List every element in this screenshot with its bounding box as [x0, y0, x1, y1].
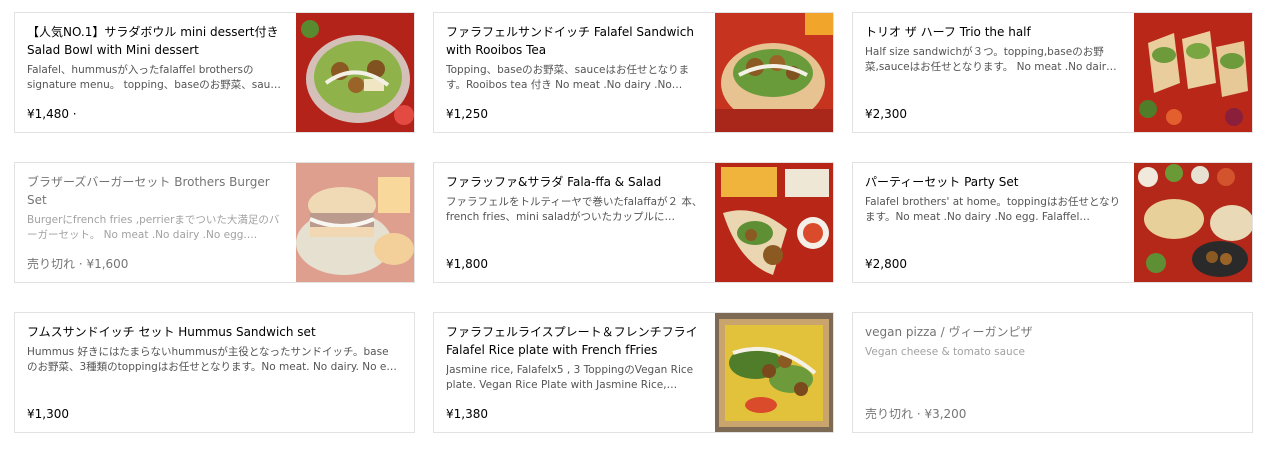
menu-item-price: ¥1,300	[27, 407, 69, 421]
menu-item-title: 【人気NO.1】サラダボウル mini dessert付き Salad Bowl…	[27, 25, 279, 57]
party-set-photo	[1134, 163, 1252, 282]
menu-item-title: トリオ ザ ハーフ Trio the half	[865, 25, 1031, 39]
menu-item-text: ブラザーズバーガーセット Brothers Burger Set Burgerに…	[27, 173, 284, 272]
menu-item-title: パーティーセット Party Set	[865, 175, 1019, 189]
menu-item-description: Falafel brothers' at home。toppingはお任せとなり…	[865, 196, 1121, 223]
menu-item-falafel-rice-plate[interactable]: ファラフェルライスプレート＆フレンチフライ Falafel Rice plate…	[433, 312, 834, 433]
menu-item-text: 【人気NO.1】サラダボウル mini dessert付き Salad Bowl…	[27, 23, 284, 122]
menu-item-title: vegan pizza / ヴィーガンピザ	[865, 325, 1033, 339]
menu-item-description: Hummus 好きにはたまらないhummusが主役となったサンドイッチ。base…	[27, 346, 397, 373]
menu-item-vegan-pizza[interactable]: vegan pizza / ヴィーガンピザ Vegan cheese & tom…	[852, 312, 1253, 433]
menu-item-description: Topping、baseのお野菜、sauceはお任せとなりま す。Rooibos…	[446, 64, 690, 91]
menu-item-description: ファラフェルをトルティーヤで巻いたfalaffaが２ 本、french frie…	[446, 196, 703, 223]
menu-item-price: 売り切れ · ¥1,600	[27, 257, 129, 271]
trio-half-photo	[1134, 13, 1252, 132]
menu-item-trio-half[interactable]: トリオ ザ ハーフ Trio the half Half size sandwi…	[852, 12, 1253, 133]
rice-plate-photo	[715, 313, 833, 432]
menu-item-text: パーティーセット Party Set Falafel brothers' at …	[865, 173, 1122, 272]
menu-item-title: フムスサンドイッチ セット Hummus Sandwich set	[27, 325, 316, 339]
menu-item-falafel-sandwich[interactable]: ファラフェルサンドイッチ Falafel Sandwich with Rooib…	[433, 12, 834, 133]
menu-item-text: ファラッファ&サラダ Fala-ffa & Salad ファラフェルをトルティー…	[446, 173, 703, 272]
menu-item-price: ¥1,800	[446, 257, 488, 271]
burger-set-photo	[296, 163, 414, 282]
menu-item-price: ¥1,380	[446, 407, 488, 421]
menu-grid: 【人気NO.1】サラダボウル mini dessert付き Salad Bowl…	[0, 0, 1276, 452]
menu-item-price: 売り切れ · ¥3,200	[865, 407, 967, 421]
menu-item-title: ファラフェルサンドイッチ Falafel Sandwich with Rooib…	[446, 25, 694, 57]
menu-item-fala-ffa-salad[interactable]: ファラッファ&サラダ Fala-ffa & Salad ファラフェルをトルティー…	[433, 162, 834, 283]
menu-item-description: Burgerにfrench fries ,perrierまでついた大満足のバ ー…	[27, 214, 280, 241]
menu-item-title: ブラザーズバーガーセット Brothers Burger Set	[27, 175, 270, 207]
menu-item-description: Falafel、hummusが入ったfalaffel brothersの sig…	[27, 64, 281, 91]
menu-item-price: ¥1,250	[446, 107, 488, 121]
menu-item-description: Half size sandwichが３つ。topping,baseのお野 菜,…	[865, 46, 1117, 73]
menu-item-party-set[interactable]: パーティーセット Party Set Falafel brothers' at …	[852, 162, 1253, 283]
menu-item-title: ファラフェルライスプレート＆フレンチフライ Falafel Rice plate…	[446, 325, 698, 357]
menu-item-text: vegan pizza / ヴィーガンピザ Vegan cheese & tom…	[865, 323, 1240, 422]
menu-item-text: ファラフェルサンドイッチ Falafel Sandwich with Rooib…	[446, 23, 703, 122]
menu-item-text: トリオ ザ ハーフ Trio the half Half size sandwi…	[865, 23, 1122, 122]
menu-item-title: ファラッファ&サラダ Fala-ffa & Salad	[446, 175, 662, 189]
wrap-salad-photo	[715, 163, 833, 282]
menu-item-price: ¥2,300	[865, 107, 907, 121]
menu-item-text: ファラフェルライスプレート＆フレンチフライ Falafel Rice plate…	[446, 323, 703, 422]
menu-item-description: Vegan cheese & tomato sauce	[865, 346, 1025, 358]
menu-item-price: ¥2,800	[865, 257, 907, 271]
salad-bowl-photo	[296, 13, 414, 132]
menu-item-brothers-burger-set[interactable]: ブラザーズバーガーセット Brothers Burger Set Burgerに…	[14, 162, 415, 283]
menu-item-price: ¥1,480 ·	[27, 107, 77, 121]
menu-item-text: フムスサンドイッチ セット Hummus Sandwich set Hummus…	[27, 323, 402, 422]
menu-item-salad-bowl[interactable]: 【人気NO.1】サラダボウル mini dessert付き Salad Bowl…	[14, 12, 415, 133]
menu-item-hummus-sandwich-set[interactable]: フムスサンドイッチ セット Hummus Sandwich set Hummus…	[14, 312, 415, 433]
menu-item-description: Jasmine rice, Falafelx5 , 3 ToppingのVega…	[446, 364, 694, 391]
falafel-sandwich-photo	[715, 13, 833, 132]
